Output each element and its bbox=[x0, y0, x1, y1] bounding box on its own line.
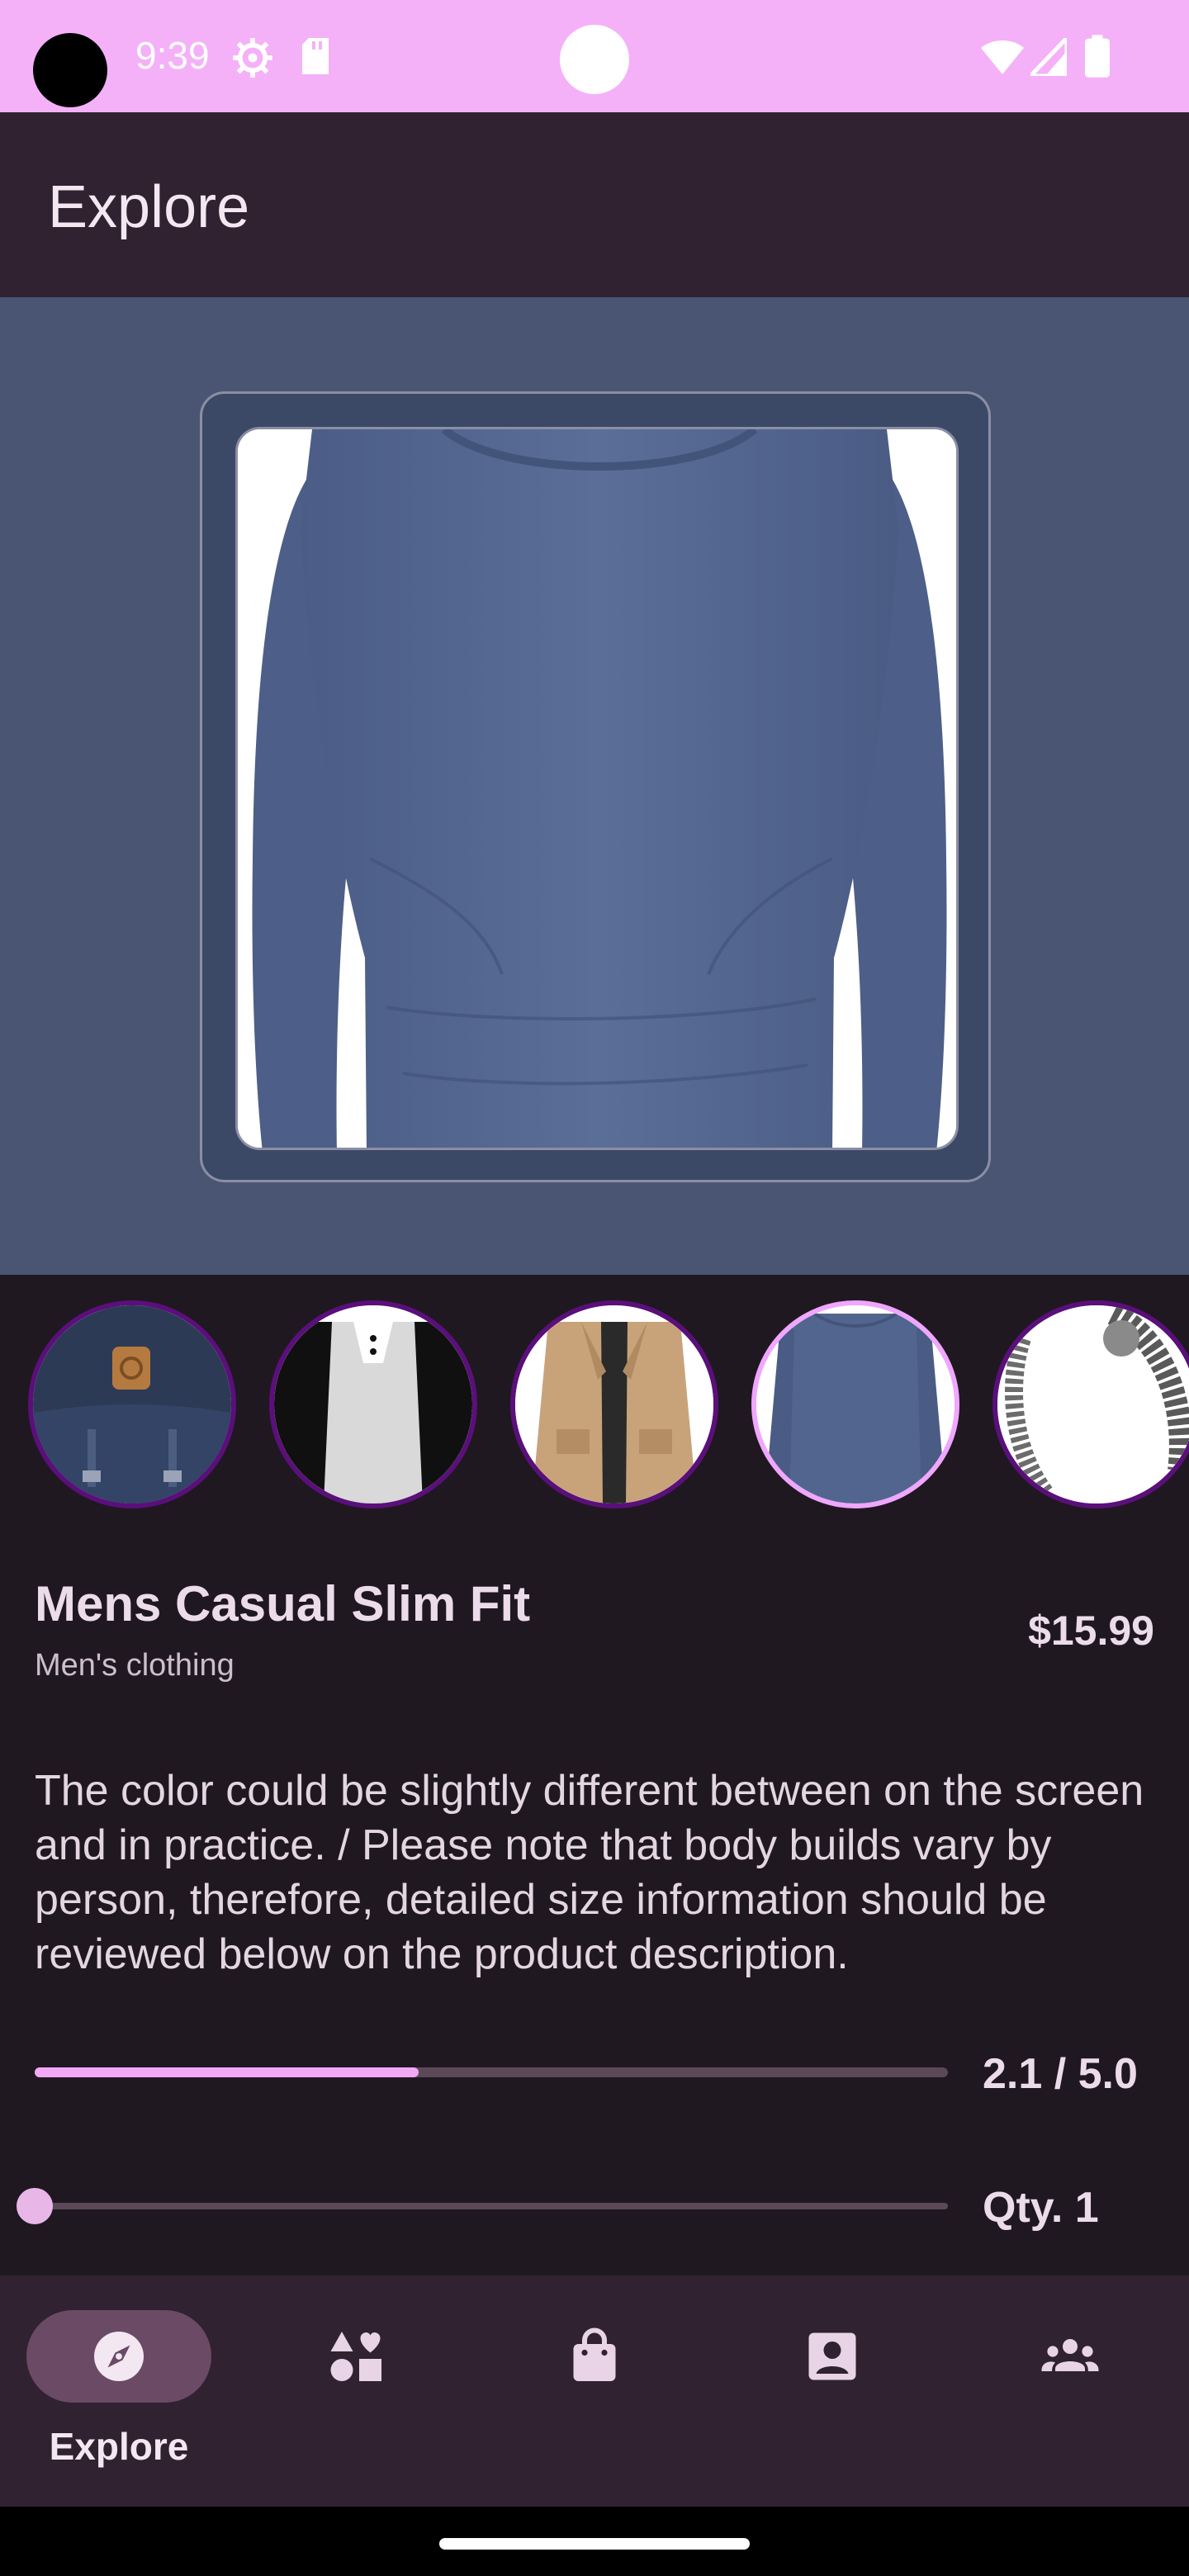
thumbnail-bracelet[interactable] bbox=[992, 1300, 1189, 1508]
quantity-text: Qty. 1 bbox=[983, 2184, 1099, 2232]
status-time: 9:39 bbox=[135, 34, 210, 77]
compass-icon bbox=[94, 2332, 144, 2381]
bracelet-image bbox=[997, 1305, 1189, 1503]
rating-bar bbox=[35, 2067, 948, 2077]
product-price: $15.99 bbox=[1028, 1608, 1154, 1654]
nav-item-profile[interactable] bbox=[713, 2275, 951, 2507]
thumbnail-jacket[interactable] bbox=[510, 1300, 718, 1508]
nav-label-explore: Explore bbox=[49, 2425, 189, 2468]
camera-cutout bbox=[33, 33, 107, 107]
rating-text: 2.1 / 5.0 bbox=[983, 2050, 1138, 2098]
jacket-image bbox=[515, 1305, 713, 1503]
sd-card-icon bbox=[302, 38, 329, 74]
nav-item-community[interactable] bbox=[951, 2275, 1189, 2507]
quantity-slider-track[interactable] bbox=[35, 2203, 948, 2209]
group-icon bbox=[1041, 2339, 1099, 2371]
account-box-icon bbox=[808, 2332, 856, 2380]
product-image[interactable] bbox=[235, 427, 959, 1150]
backpack-image bbox=[33, 1305, 231, 1503]
categories-icon bbox=[330, 2332, 381, 2381]
settings-icon bbox=[233, 38, 272, 78]
shopping-bag-icon bbox=[573, 2327, 616, 2381]
tshirt-image bbox=[238, 429, 956, 1148]
bottom-navigation: Explore bbox=[0, 2275, 1189, 2507]
product-category: Men's clothing bbox=[35, 1648, 234, 1683]
page-title: Explore bbox=[48, 174, 250, 240]
raglan-shirt-image bbox=[274, 1305, 472, 1503]
nav-item-categories[interactable] bbox=[238, 2275, 476, 2507]
battery-icon bbox=[1085, 35, 1110, 78]
home-gesture-handle[interactable] bbox=[439, 2538, 750, 2550]
rating-bar-fill bbox=[35, 2067, 419, 2077]
nav-item-cart[interactable] bbox=[476, 2275, 713, 2507]
top-app-bar: Explore bbox=[0, 112, 1189, 297]
system-navigation-area bbox=[0, 2507, 1189, 2576]
product-description: The color could be slightly different be… bbox=[35, 1767, 1144, 1978]
thumbnail-slim-fit-tshirt[interactable] bbox=[751, 1300, 959, 1508]
thumbnail-raglan-shirt[interactable] bbox=[269, 1300, 477, 1508]
thumbnail-backpack[interactable] bbox=[28, 1300, 236, 1508]
signal-icon bbox=[1030, 38, 1067, 76]
wifi-icon bbox=[981, 40, 1024, 74]
product-image-frame bbox=[200, 391, 991, 1182]
nav-item-explore[interactable]: Explore bbox=[0, 2275, 238, 2507]
status-bar: 9:39 bbox=[0, 0, 1189, 112]
product-hero bbox=[0, 297, 1189, 1275]
product-thumbnails bbox=[0, 1300, 1189, 1515]
quantity-slider-thumb[interactable] bbox=[17, 2188, 53, 2224]
tshirt-thumbnail-image bbox=[756, 1305, 955, 1503]
front-sensor bbox=[560, 25, 629, 94]
product-title: Mens Casual Slim Fit bbox=[35, 1576, 531, 1631]
